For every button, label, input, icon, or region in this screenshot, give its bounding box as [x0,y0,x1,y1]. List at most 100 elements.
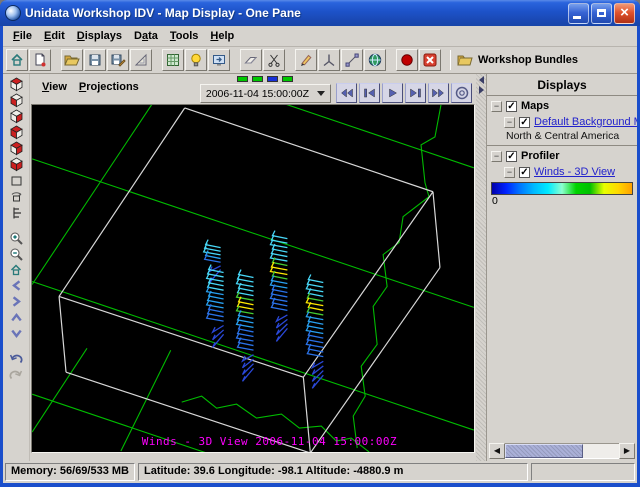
loop-button[interactable] [451,83,472,103]
map-view-panel: ViewProjections 2006-11-04 15:00:00Z Win… [30,74,476,461]
view-cube-north-icon [10,109,23,124]
workshop-bundles-button[interactable]: Workshop Bundles [457,53,578,67]
toolbar-cut-button[interactable] [263,49,285,71]
menu-tools[interactable]: Tools [164,28,205,44]
angle-icon [321,52,337,68]
toolbar-cancel-button[interactable] [419,49,441,71]
pan-down-icon [11,328,22,339]
close-button[interactable]: × [614,3,635,24]
display-item-link[interactable]: Winds - 3D View [534,166,615,178]
displays-panel: Displays −✓Maps−✓Default Background Ma..… [486,74,637,461]
view-cube-bottom-button[interactable] [7,93,26,108]
toolbar-separator [450,50,451,70]
view-cube-south-button[interactable] [7,141,26,156]
toolbar-save-button[interactable] [84,49,106,71]
toolbar-set-square-button[interactable] [130,49,152,71]
toolbar-globe-button[interactable] [364,49,386,71]
save-icon [87,52,103,68]
visibility-checkbox[interactable]: ✓ [506,101,517,112]
view-cube-east-button[interactable] [7,125,26,140]
visibility-checkbox[interactable]: ✓ [519,117,530,128]
time-step-3 [267,76,278,82]
display-item-link[interactable]: Default Background Ma... [534,116,637,128]
collapse-right-icon[interactable] [479,86,484,94]
play-icon [385,87,400,99]
zoom-out-icon [9,247,23,261]
line-probe-icon [344,52,360,68]
zoom-in-button[interactable] [7,230,26,245]
toolbar-draw-button[interactable] [295,49,317,71]
collapse-icon[interactable]: − [491,151,502,162]
window-title: Unidata Workshop IDV - Map Display - One… [25,6,568,20]
collapse-left-icon[interactable] [479,76,484,84]
scrollbar-thumb[interactable] [505,444,583,458]
menu-edit[interactable]: Edit [38,28,71,44]
zoom-out-button[interactable] [7,246,26,261]
perspective-box-button[interactable] [7,173,26,188]
map-3d-canvas[interactable]: Winds - 3D View 2006-11-04 15:00:00Z [31,104,475,453]
toolbar-angle-button[interactable] [318,49,340,71]
menu-displays[interactable]: Displays [71,28,128,44]
menu-data[interactable]: Data [128,28,164,44]
rotate-view-button[interactable] [7,189,26,204]
menu-help[interactable]: Help [204,28,240,44]
visibility-checkbox[interactable]: ✓ [519,167,530,178]
toolbar-save-as-button[interactable] [107,49,129,71]
display-item-row: −✓ Default Background Ma... [487,114,637,130]
pan-up-button[interactable] [7,310,26,325]
toolbar-field-selector-button[interactable] [162,49,184,71]
scroll-left-icon[interactable]: ◀ [489,443,505,459]
view-cube-west-button[interactable] [7,157,26,172]
fast-forward-button[interactable] [428,83,449,103]
displays-panel-title: Displays [487,74,637,95]
toolbar-tip-bulb-button[interactable] [185,49,207,71]
app-icon [5,5,21,21]
time-step-2 [252,76,263,82]
toolbar-home-button[interactable] [6,49,28,71]
pan-right-button[interactable] [7,294,26,309]
step-back-button[interactable] [359,83,380,103]
view-menu-view[interactable]: View [36,79,73,95]
draw-icon [298,52,314,68]
scroll-right-icon[interactable]: ▶ [619,443,635,459]
view-menu-projections[interactable]: Projections [73,79,145,95]
view-cube-north-button[interactable] [7,109,26,124]
wireframe-box [59,108,440,452]
time-animation-controls: 2006-11-04 15:00:00Z [200,76,472,103]
toolbar-display-window-button[interactable] [208,49,230,71]
home-view-button[interactable] [7,262,26,277]
toolbar-record-button[interactable] [396,49,418,71]
toolbar-new-document-button[interactable] [29,49,51,71]
menu-file[interactable]: File [7,28,38,44]
group-row-maps: −✓Maps [487,98,637,114]
color-scale-bar[interactable] [491,182,633,195]
view-cube-top-button[interactable] [7,77,26,92]
maximize-button[interactable] [591,3,612,24]
color-scale-min-label: 0 [487,195,637,209]
toolbar-eraser-button[interactable] [240,49,262,71]
ruler-icon [10,206,23,220]
workshop-bundles-label: Workshop Bundles [478,54,578,66]
visibility-checkbox[interactable]: ✓ [506,151,517,162]
panel-splitter[interactable] [476,74,486,461]
scrollbar-track[interactable] [505,443,619,459]
minimize-button[interactable] [568,3,589,24]
set-square-icon [133,52,149,68]
pan-down-button[interactable] [7,326,26,341]
time-select[interactable]: 2006-11-04 15:00:00Z [200,84,331,103]
play-button[interactable] [382,83,403,103]
title-bar: Unidata Workshop IDV - Map Display - One… [0,0,640,26]
collapse-icon[interactable]: − [504,117,515,128]
rewind-button[interactable] [336,83,357,103]
home-view-icon [9,263,23,277]
collapse-icon[interactable]: − [491,101,502,112]
step-forward-button[interactable] [405,83,426,103]
toolbar-open-folder-button[interactable] [61,49,83,71]
loop-icon [454,86,470,100]
ruler-button[interactable] [7,205,26,220]
horizontal-scrollbar[interactable]: ◀ ▶ [489,443,635,459]
collapse-icon[interactable]: − [504,167,515,178]
toolbar-line-probe-button[interactable] [341,49,363,71]
undo-button[interactable] [7,351,26,366]
pan-left-button[interactable] [7,278,26,293]
